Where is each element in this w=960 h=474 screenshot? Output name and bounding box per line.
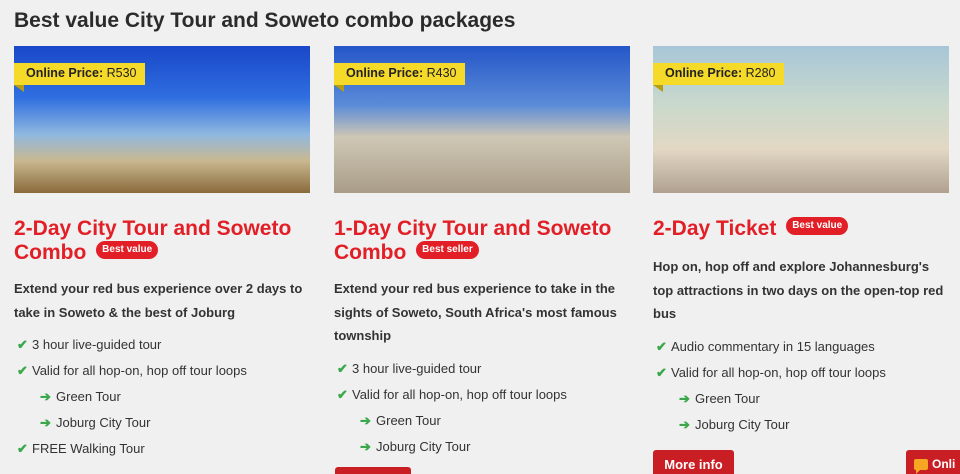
price-label: Online Price: — [346, 66, 424, 80]
feature-item: ✔ FREE Walking Tour — [14, 436, 310, 462]
feature-text: 3 hour live-guided tour — [352, 360, 482, 376]
package-title[interactable]: 2-Day City Tour and Soweto Combo Best va… — [14, 217, 310, 265]
feature-item: ✔ Valid for all hop-on, hop off tour loop… — [14, 358, 310, 384]
price-tag: Online Price: R280 — [653, 63, 785, 92]
price-label: Online Price: — [26, 66, 104, 80]
arrow-icon: ➔ — [679, 390, 690, 406]
feature-list: ✔ 3 hour live-guided tour ✔ Valid for all … — [14, 332, 310, 462]
check-icon: ✔ — [17, 337, 28, 352]
feature-text: Joburg City Tour — [376, 438, 471, 454]
feature-item: ➔ Joburg City Tour — [14, 410, 310, 436]
package-image[interactable]: Online Price: R280 — [653, 46, 949, 193]
package-description: Extend your red bus experience to take i… — [334, 281, 617, 343]
price-value: R430 — [426, 66, 457, 80]
package-badge: Best value — [786, 217, 849, 236]
check-icon: ✔ — [337, 386, 348, 402]
feature-text: Green Tour — [695, 390, 760, 406]
arrow-icon: ➔ — [40, 389, 51, 404]
feature-text: Valid for all hop-on, hop off tour loops — [671, 364, 886, 380]
package-badge: Best value — [96, 241, 159, 260]
feature-text: FREE Walking Tour — [32, 441, 145, 456]
chat-button[interactable]: Onli — [906, 450, 960, 474]
feature-text: Valid for all hop-on, hop off tour loops — [32, 363, 247, 378]
arrow-icon: ➔ — [679, 416, 690, 432]
feature-text: Joburg City Tour — [695, 416, 790, 432]
package-title-text[interactable]: 2-Day Ticket — [653, 217, 776, 240]
package-badge: Best seller — [416, 241, 479, 260]
check-icon: ✔ — [656, 338, 667, 354]
package-image[interactable]: Online Price: R530 — [14, 46, 310, 193]
check-icon: ✔ — [17, 363, 28, 378]
chat-icon — [914, 459, 928, 474]
feature-item: ➔ Green Tour — [14, 384, 310, 410]
package-card: Online Price: R530 2-Day City Tour and S… — [14, 46, 310, 462]
package-card: Online Price: R430 1-Day City Tour and S… — [334, 46, 630, 460]
arrow-icon: ➔ — [360, 412, 371, 428]
feature-item: ➔ Joburg City Tour — [334, 434, 630, 460]
chat-label[interactable]: Onli — [932, 457, 955, 471]
feature-item: ➔ Green Tour — [334, 408, 630, 434]
price-label: Online Price: — [665, 66, 743, 80]
check-icon: ✔ — [17, 441, 28, 456]
feature-item: ✔ Valid for all hop-on, hop off tour loop… — [334, 382, 630, 408]
package-title[interactable]: 1-Day City Tour and Soweto Combo Best se… — [334, 217, 630, 265]
arrow-icon: ➔ — [360, 438, 371, 454]
feature-item: ➔ Joburg City Tour — [653, 412, 949, 438]
price-tag: Online Price: R430 — [334, 63, 466, 92]
feature-item: ✔ Valid for all hop-on, hop off tour loop… — [653, 360, 949, 386]
package-card: Online Price: R280 2-Day Ticket Best val… — [653, 46, 949, 438]
feature-list: ✔ 3 hour live-guided tour ✔ Valid for all … — [334, 356, 630, 460]
section-title: Best value City Tour and Soweto combo pa… — [14, 9, 516, 32]
package-image[interactable]: Online Price: R430 — [334, 46, 630, 193]
package-description: Hop on, hop off and explore Johannesburg… — [653, 259, 944, 321]
feature-text: 3 hour live-guided tour — [32, 337, 162, 352]
price-value: R280 — [745, 66, 776, 80]
feature-list: ✔ Audio commentary in 15 languages ✔ Valid… — [653, 334, 949, 438]
arrow-icon: ➔ — [40, 415, 51, 430]
feature-text: Joburg City Tour — [56, 415, 151, 430]
feature-item: ✔ 3 hour live-guided tour — [334, 356, 630, 382]
feature-item: ➔ Green Tour — [653, 386, 949, 412]
feature-item: ✔ Audio commentary in 15 languages — [653, 334, 949, 360]
feature-text: Audio commentary in 15 languages — [671, 338, 875, 354]
feature-text: Valid for all hop-on, hop off tour loops — [352, 386, 567, 402]
price-value: R530 — [106, 66, 137, 80]
package-title[interactable]: 2-Day Ticket Best value — [653, 217, 949, 241]
check-icon: ✔ — [337, 360, 348, 376]
feature-item: ✔ 3 hour live-guided tour — [14, 332, 310, 358]
package-description: Extend your red bus experience over 2 da… — [14, 281, 303, 320]
price-tag: Online Price: R530 — [14, 63, 146, 92]
feature-text: Green Tour — [56, 389, 121, 404]
feature-text: Green Tour — [376, 412, 441, 428]
more-info-button[interactable] — [335, 467, 411, 474]
check-icon: ✔ — [656, 364, 667, 380]
more-info-button[interactable]: More info — [653, 450, 734, 474]
